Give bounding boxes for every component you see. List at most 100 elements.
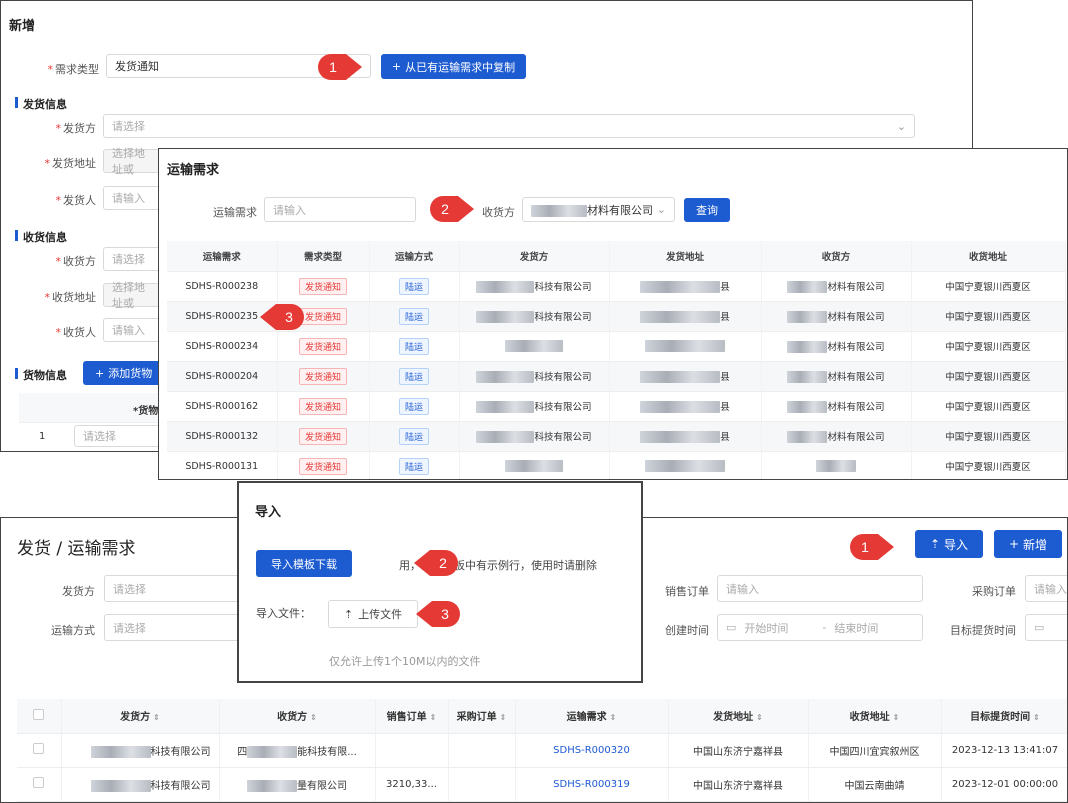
shipper-text: 科技有限公司 (534, 281, 592, 293)
transport-table: 运输需求 需求类型 运输方式 发货方 发货地址 收货方 收货地址 SDHS-R000238 发… (167, 241, 1066, 479)
shipper-cell (459, 331, 610, 362)
list-col-header[interactable]: 收货地址 ⇕ (808, 699, 942, 734)
transport-mode-tag: 陆运 (398, 307, 429, 325)
sort-icon[interactable]: ⇕ (310, 713, 317, 722)
transport-mode-cell: 陆运 (369, 301, 460, 332)
target-time-range[interactable]: ▭ (1025, 614, 1067, 641)
purchase-order-cell (448, 767, 516, 802)
shipper-filter-select[interactable]: 请选择 (104, 575, 244, 602)
purchase-order-input[interactable]: 请输入 (1025, 575, 1067, 602)
list-col-header[interactable]: 目标提货时间 ⇕ (941, 699, 1067, 734)
sales-order-input[interactable]: 请输入 (717, 575, 923, 602)
sort-icon[interactable]: ⇕ (430, 713, 437, 722)
create-time-range[interactable]: ▭ 开始时间 - 结束时间 (717, 614, 923, 641)
goods-section-title: 货物信息 (15, 367, 67, 383)
shipper-text: 科技有限公司 (534, 431, 592, 443)
receive-address-cell: 中国宁夏银川西夏区 (911, 271, 1066, 302)
ship-address-text: 县 (720, 401, 730, 413)
row-checkbox[interactable] (33, 743, 45, 754)
list-col-header[interactable]: 运输需求 ⇕ (515, 699, 669, 734)
demand-type-tag: 发货通知 (298, 337, 347, 355)
sort-icon[interactable]: ⇕ (500, 713, 507, 722)
transport-table-row[interactable]: SDHS-R000204 发货通知 陆运 科技有限公司 县 材料有限公司 中国宁夏银川西夏区 (167, 361, 1066, 392)
row-checkbox[interactable] (33, 777, 45, 788)
receiver-prefix: 四 (237, 746, 248, 758)
demand-type-cell: 发货通知 (277, 271, 370, 302)
sort-icon[interactable]: ⇕ (153, 713, 160, 722)
demand-type-tag: 发货通知 (298, 277, 347, 295)
transport-col-header: 运输方式 (369, 241, 460, 272)
target-time-cell: 2023-12-01 00:00:00 (941, 767, 1067, 802)
receiver-text: 材料有限公司 (827, 371, 885, 383)
transport-table-row[interactable]: SDHS-R000234 发货通知 陆运 材料有限公司 中国宁夏银川西夏区 (167, 331, 1066, 362)
import-dialog: 导入 导入模板下载 用，导入模板中有示例行，使用时请删除 导入文件： ⇡ 上传文件… (237, 481, 643, 683)
transport-id-cell: SDHS-R000320 (515, 733, 669, 768)
list-col-header[interactable]: 销售订单 ⇕ (375, 699, 449, 734)
sort-icon[interactable]: ⇕ (610, 713, 617, 722)
list-col-header[interactable]: 发货地址 ⇕ (668, 699, 809, 734)
ship-address-cell (609, 451, 762, 479)
template-download-button[interactable]: 导入模板下载 (256, 550, 352, 577)
receiver-person-input[interactable]: 请输入 (103, 318, 163, 342)
transport-id: SDHS-R000234 (167, 331, 278, 362)
ship-address-cell: 县 (609, 271, 762, 302)
transport-mode-tag: 陆运 (398, 337, 429, 355)
receive-address-cell: 中国宁夏银川西夏区 (911, 451, 1066, 479)
receiver-text: 材料有限公司 (827, 311, 885, 323)
transport-mode-tag: 陆运 (398, 367, 429, 385)
transport-id-link[interactable]: SDHS-R000319 (553, 779, 630, 790)
sort-icon[interactable]: ⇕ (1033, 713, 1040, 722)
ship-address-cell: 县 (609, 421, 762, 452)
receiver-cell: 材料有限公司 (761, 391, 912, 422)
ship-address-select[interactable]: 选择地址或 (103, 147, 163, 176)
list-col-label: 目标提货时间 (970, 712, 1031, 724)
list-col-label: 销售订单 (386, 712, 427, 724)
ship-address-cell (609, 331, 762, 362)
chevron-down-icon: ⌄ (656, 203, 666, 216)
ship-address-text: 县 (720, 371, 730, 383)
receiver-select[interactable]: 请选择 (103, 247, 163, 271)
step-marker-3: 3 (258, 302, 306, 332)
transport-search-input[interactable]: 请输入 (264, 197, 416, 222)
receiver-text: 材料有限公司 (827, 401, 885, 413)
ship-address-cell: 县 (609, 361, 762, 392)
sort-icon[interactable]: ⇕ (893, 713, 900, 722)
add-goods-button[interactable]: + 添加货物 (83, 361, 163, 385)
list-table-row: 科技有限公司 四 能科技有限... SDHS-R000320 中国山东济宁嘉祥县 中国四川… (17, 733, 1067, 768)
upload-file-button[interactable]: ⇡ 上传文件 (328, 600, 418, 628)
receiver-cell (761, 451, 912, 479)
list-col-label: 收货地址 (849, 712, 890, 724)
transport-id: SDHS-R000131 (167, 451, 278, 479)
receiver-text: 能科技有限... (297, 746, 357, 758)
transport-table-header: 运输需求 需求类型 运输方式 发货方 发货地址 收货方 收货地址 (167, 241, 1066, 272)
shipper-text: 科技有限公司 (534, 401, 592, 413)
goods-select[interactable]: 请选择 (74, 425, 164, 447)
shipper-section-title: 发货信息 (15, 96, 67, 112)
transport-mode-cell: 陆运 (369, 361, 460, 392)
shipper-cell: 科技有限公司 (459, 301, 610, 332)
row-checkbox-cell (17, 767, 62, 802)
transport-id-link[interactable]: SDHS-R000320 (553, 745, 630, 756)
import-button[interactable]: ⇡ 导入 (915, 530, 983, 558)
transport-table-row[interactable]: SDHS-R000162 发货通知 陆运 科技有限公司 县 材料有限公司 中国宁夏银川西夏区 (167, 391, 1066, 422)
shipper-select[interactable]: 请选择 ⌄ (103, 114, 915, 138)
select-all-checkbox[interactable] (33, 708, 45, 720)
transport-mode-select[interactable]: 请选择 (104, 614, 244, 641)
receive-address-select[interactable]: 选择地址或 (103, 281, 163, 310)
step-marker-3-bottom: 3 (414, 599, 462, 629)
receiver-filter-select[interactable]: 材料有限公司 ⌄ (522, 197, 675, 222)
copy-from-existing-button[interactable]: + 从已有运输需求中复制 (381, 54, 526, 79)
list-col-header[interactable]: 采购订单 ⇕ (448, 699, 516, 734)
shipper-person-input[interactable]: 请输入 (103, 186, 163, 210)
demand-type-tag: 发货通知 (298, 307, 347, 325)
transport-table-row[interactable]: SDHS-R000238 发货通知 陆运 科技有限公司 县 材料有限公司 中国宁夏银川西夏区 (167, 271, 1066, 302)
transport-mode-tag: 陆运 (398, 397, 429, 415)
transport-table-row[interactable]: SDHS-R000132 发货通知 陆运 科技有限公司 县 材料有限公司 中国宁夏银川西夏区 (167, 421, 1066, 452)
transport-table-row[interactable]: SDHS-R000131 发货通知 陆运 中国宁夏银川西夏区 (167, 451, 1066, 479)
query-button[interactable]: 查询 (684, 198, 730, 222)
list-col-header[interactable]: 收货方 ⇕ (219, 699, 376, 734)
demand-type-label: * 需求类型 (47, 63, 100, 76)
sort-icon[interactable]: ⇕ (756, 713, 763, 722)
new-button[interactable]: + 新增 (994, 530, 1062, 558)
list-col-header[interactable]: 发货方 ⇕ (61, 699, 220, 734)
